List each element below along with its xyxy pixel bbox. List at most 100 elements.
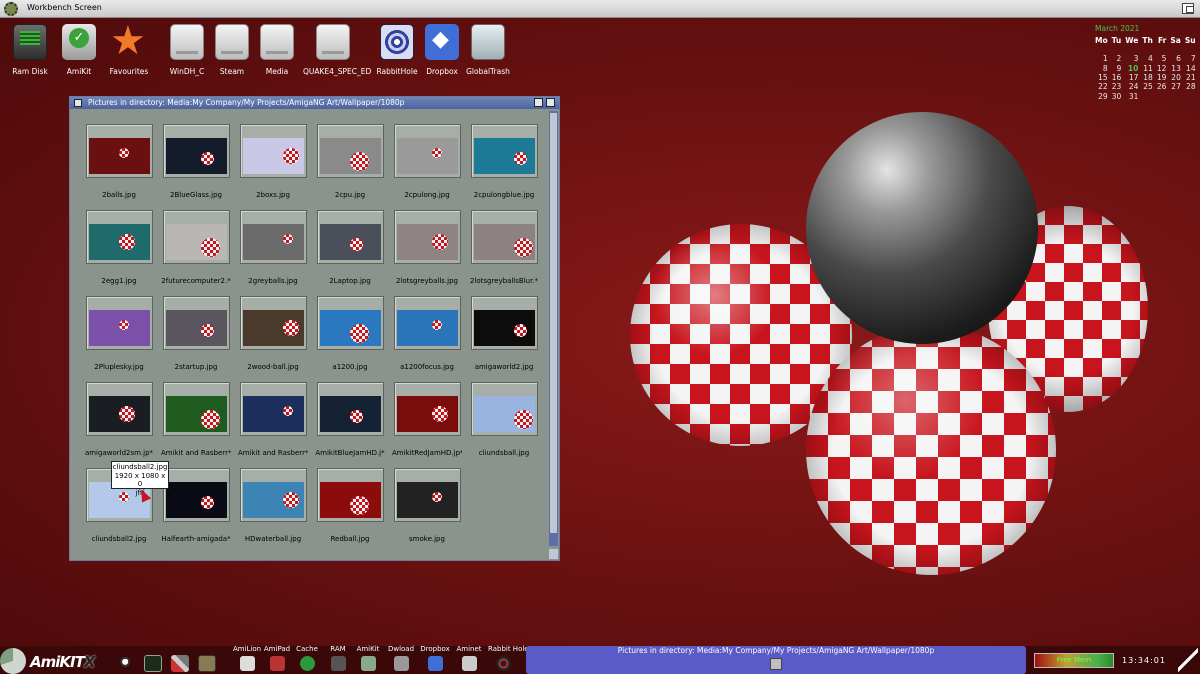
thumbnail-item[interactable]: 2egg1.jpg xyxy=(84,210,154,285)
search-icon[interactable] xyxy=(118,655,136,672)
calendar-day[interactable] xyxy=(1168,91,1182,100)
calendar-day[interactable]: 4 xyxy=(1140,54,1154,63)
launcher-aminet[interactable]: Aminet xyxy=(454,645,484,671)
calendar-day[interactable]: 14 xyxy=(1183,64,1198,73)
thumbnail-item[interactable]: HDwaterball.jpg xyxy=(238,468,308,543)
calendar-day[interactable]: 22 xyxy=(1093,82,1110,91)
thumbnail-frame[interactable] xyxy=(316,296,384,350)
screen-title-bar[interactable]: Workbench Screen xyxy=(0,0,1200,18)
thumbnail-item[interactable]: amigaworld2sm.jp* xyxy=(84,382,154,457)
active-task-button[interactable]: Pictures in directory: Media:My Company/… xyxy=(526,646,1026,674)
thumbnail-frame[interactable] xyxy=(393,468,461,522)
thumbnail-frame[interactable] xyxy=(85,124,153,178)
thumbnail-item[interactable]: 2boxs.jpg xyxy=(238,124,308,199)
calendar-day[interactable] xyxy=(1183,45,1198,54)
zoom-icon[interactable] xyxy=(534,98,543,107)
thumbnail-item[interactable]: amigaworld2.jpg xyxy=(469,296,539,371)
calendar-day[interactable]: 29 xyxy=(1093,91,1110,101)
gear-icon[interactable] xyxy=(4,2,18,16)
calendar-day[interactable]: 6 xyxy=(1168,54,1182,63)
thumbnail-item[interactable]: 2Laptop.jpg xyxy=(315,210,385,285)
thumbnail-frame[interactable] xyxy=(85,296,153,350)
launcher-amipad[interactable]: AmiPad xyxy=(262,645,292,671)
thumbnail-item[interactable]: Halfearth-amigada* xyxy=(161,468,231,543)
launcher-ram[interactable]: RAM xyxy=(323,645,353,671)
resize-icon[interactable] xyxy=(549,549,558,559)
calendar-day[interactable] xyxy=(1155,45,1169,54)
thumbnail-frame[interactable] xyxy=(85,210,153,264)
calendar-day[interactable]: 1 xyxy=(1093,54,1110,63)
calendar-day[interactable]: 17 xyxy=(1123,73,1140,82)
window-title-bar[interactable]: Pictures in directory: Media:My Company/… xyxy=(70,97,559,109)
thumbnail-item[interactable]: 2wood-ball.jpg xyxy=(238,296,308,371)
calendar-day[interactable]: 2 xyxy=(1110,54,1124,63)
thumbnail-item[interactable]: cliundsball.jpg xyxy=(469,382,539,457)
thumbnail-frame[interactable] xyxy=(239,210,307,264)
calendar-day[interactable]: 13 xyxy=(1168,64,1182,73)
calendar-day[interactable] xyxy=(1110,45,1124,54)
thumbnail-item[interactable]: AmikitRedJamHD.jp* xyxy=(392,382,462,457)
calendar-day[interactable]: 8 xyxy=(1093,64,1110,73)
thumbnail-item[interactable]: 2balls.jpg xyxy=(84,124,154,199)
thumbnail-frame[interactable] xyxy=(470,210,538,264)
calendar-day[interactable]: 11 xyxy=(1140,64,1154,73)
thumbnail-frame[interactable] xyxy=(470,124,538,178)
launcher-dwload[interactable]: Dwload xyxy=(386,645,416,671)
thumbnail-item[interactable]: Amikit and Rasberr* xyxy=(238,382,308,457)
scrollbar-thumb[interactable] xyxy=(550,113,557,533)
calendar-day[interactable]: 28 xyxy=(1183,82,1198,91)
calendar-day[interactable]: 5 xyxy=(1155,54,1169,63)
thumbnail-frame[interactable] xyxy=(162,210,230,264)
calendar-day[interactable]: 26 xyxy=(1155,82,1169,91)
shell-icon[interactable] xyxy=(144,655,162,672)
launcher-rabbit-hole[interactable]: Rabbit Hole xyxy=(488,645,529,671)
calendar-day[interactable]: 19 xyxy=(1155,73,1169,82)
calendar-day[interactable]: 7 xyxy=(1183,54,1198,63)
thumbnail-frame[interactable] xyxy=(162,382,230,436)
calendar-day[interactable]: 25 xyxy=(1140,82,1154,91)
screen-depth-gadget-icon[interactable] xyxy=(1182,3,1194,14)
thumbnail-frame[interactable] xyxy=(316,210,384,264)
thumbnail-item[interactable]: 2startup.jpg xyxy=(161,296,231,371)
vertical-scrollbar[interactable] xyxy=(549,111,558,546)
thumbnail-frame[interactable] xyxy=(239,382,307,436)
launcher-cache[interactable]: Cache xyxy=(292,645,322,671)
calendar-day[interactable]: 20 xyxy=(1168,73,1182,82)
thumbnail-frame[interactable] xyxy=(239,468,307,522)
desktop-icon-amikit[interactable]: AmiKit xyxy=(51,24,107,76)
thumbnail-item[interactable]: a1200.jpg xyxy=(315,296,385,371)
launcher-dropbox[interactable]: Dropbox xyxy=(420,645,450,671)
calendar-day[interactable]: 24 xyxy=(1123,82,1140,91)
launcher-amilion[interactable]: AmiLion xyxy=(232,645,262,671)
amikit-logo[interactable]: AmiKITX xyxy=(0,648,100,674)
thumbnail-item[interactable]: 2futurecomputer2.* xyxy=(161,210,231,285)
calendar-day[interactable]: 21 xyxy=(1183,73,1198,82)
thumbnail-frame[interactable] xyxy=(162,468,230,522)
calendar-day[interactable] xyxy=(1123,45,1140,54)
calendar-day[interactable] xyxy=(1168,45,1182,54)
close-icon[interactable] xyxy=(74,99,82,107)
thumbnail-frame[interactable] xyxy=(470,382,538,436)
calendar-day[interactable] xyxy=(1140,91,1154,100)
thumbnail-frame[interactable] xyxy=(316,382,384,436)
desktop-icon-ram-disk[interactable]: Ram Disk xyxy=(2,24,58,76)
signal-icon[interactable] xyxy=(1178,647,1198,673)
thumbnail-item[interactable]: Amikit and Rasberr* xyxy=(161,382,231,457)
thumbnail-item[interactable]: 2Pluplesky.jpg xyxy=(84,296,154,371)
thumbnail-item[interactable]: 2cpulong.jpg xyxy=(392,124,462,199)
face-icon[interactable] xyxy=(198,655,216,672)
thumbnail-item[interactable]: 2lotsgreyballsBlur.* xyxy=(469,210,539,285)
thumbnail-frame[interactable] xyxy=(393,124,461,178)
calendar-day[interactable]: 15 xyxy=(1093,73,1110,82)
thumbnail-frame[interactable] xyxy=(393,382,461,436)
thumbnail-item[interactable]: 2lotsgreyballs.jpg xyxy=(392,210,462,285)
calendar-day[interactable]: 31 xyxy=(1123,91,1140,101)
thumbnail-frame[interactable] xyxy=(239,296,307,350)
calendar-day[interactable]: 3 xyxy=(1123,54,1140,63)
calendar-day[interactable] xyxy=(1093,45,1110,54)
thumbnail-item[interactable]: Redball.jpg xyxy=(315,468,385,543)
desktop-icon-favourites[interactable]: Favourites xyxy=(101,18,157,76)
thumbnail-frame[interactable] xyxy=(470,296,538,350)
thumbnail-frame[interactable] xyxy=(239,124,307,178)
calendar-day[interactable]: 23 xyxy=(1110,82,1124,91)
